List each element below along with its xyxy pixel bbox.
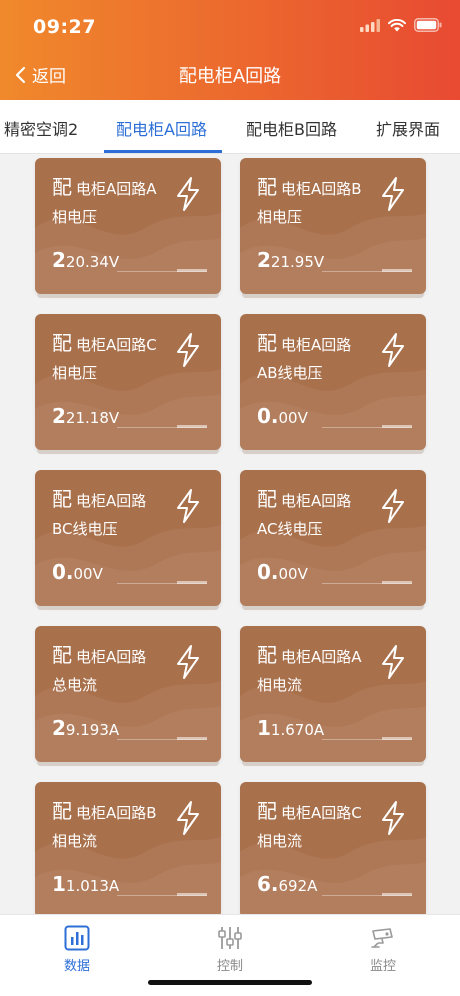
lightning-icon (382, 489, 404, 523)
card-value: 221.18V (52, 404, 120, 428)
card-title: 配电柜A回路A (52, 175, 157, 199)
tab-cabinet-a[interactable]: 配电柜A回路 (116, 116, 207, 140)
card-subtitle: 相电流 (52, 832, 98, 850)
card-title: 配电柜A回路B (52, 799, 157, 823)
tab-cabinet-b[interactable]: 配电柜B回路 (246, 116, 337, 140)
lightning-icon (382, 333, 404, 367)
lightning-icon (177, 801, 199, 835)
nav-bar: 返回 配电柜A回路 (0, 54, 460, 96)
nav-data-label: 数据 (63, 959, 90, 974)
card-subtitle: 相电压 (52, 364, 98, 382)
card-divider-accent (177, 893, 207, 896)
card-value: 11.670A (257, 716, 325, 740)
metric-card[interactable]: 配电柜A回路A 相电压 220.34V (35, 158, 221, 294)
home-indicator (148, 980, 312, 985)
tab-precision-ac-2[interactable]: 精密空调2 (4, 116, 78, 140)
metric-card[interactable]: 配电柜A回路 AB线电压 0.00V (240, 314, 426, 450)
card-value: 29.193A (52, 716, 120, 740)
signal-icon (360, 18, 380, 32)
lightning-icon (382, 177, 404, 211)
metric-card[interactable]: 配电柜A回路B 相电流 11.013A (35, 782, 221, 914)
metric-card[interactable]: 配电柜A回路A 相电流 11.670A (240, 626, 426, 762)
active-tab-indicator (104, 150, 222, 153)
metric-card[interactable]: 配电柜A回路 BC线电压 0.00V (35, 470, 221, 606)
card-title: 配电柜A回路C (257, 799, 362, 823)
metric-card[interactable]: 配电柜A回路C 相电流 6.692A (240, 782, 426, 914)
card-value: 221.95V (257, 248, 325, 272)
lightning-icon (177, 333, 199, 367)
card-title: 配电柜A回路C (52, 331, 157, 355)
lightning-icon (382, 801, 404, 835)
tab-bar: 精密空调2 配电柜A回路 配电柜B回路 扩展界面 (0, 100, 460, 154)
card-subtitle: 相电流 (257, 832, 303, 850)
nav-control-label: 控制 (216, 959, 243, 974)
card-divider-accent (177, 737, 207, 740)
card-title: 配电柜A回路 (52, 487, 147, 511)
app-header: 09:27 返回 配电柜A回路 (0, 0, 460, 100)
lightning-icon (177, 177, 199, 211)
status-bar: 09:27 (0, 0, 460, 54)
card-subtitle: 相电压 (257, 208, 303, 226)
metric-card[interactable]: 配电柜A回路C 相电压 221.18V (35, 314, 221, 450)
card-divider-accent (177, 425, 207, 428)
card-title: 配电柜A回路A (257, 643, 362, 667)
card-value: 0.00V (257, 560, 308, 584)
card-divider-accent (382, 737, 412, 740)
page-title: 配电柜A回路 (178, 66, 282, 87)
nav-monitor-label: 监控 (369, 959, 396, 974)
card-divider-accent (382, 425, 412, 428)
bar-chart-icon (64, 925, 90, 951)
status-time: 09:27 (33, 16, 96, 38)
card-value: 0.00V (257, 404, 308, 428)
lightning-icon (382, 645, 404, 679)
card-title: 配电柜A回路 (52, 643, 147, 667)
sliders-icon (218, 927, 242, 949)
card-subtitle: 相电压 (52, 208, 98, 226)
camera-icon (371, 928, 393, 948)
card-subtitle: 相电流 (257, 676, 303, 694)
card-divider-accent (382, 581, 412, 584)
nav-control[interactable]: 控制 (190, 925, 270, 974)
card-title: 配电柜A回路B (257, 175, 362, 199)
nav-data[interactable]: 数据 (37, 925, 117, 974)
tab-extension[interactable]: 扩展界面 (376, 116, 440, 140)
card-divider-accent (177, 269, 207, 272)
metric-card[interactable]: 配电柜A回路 总电流 29.193A (35, 626, 221, 762)
card-divider-accent (382, 269, 412, 272)
metric-card[interactable]: 配电柜A回路 AC线电压 0.00V (240, 470, 426, 606)
card-value: 6.692A (257, 872, 318, 896)
status-icons (360, 18, 442, 32)
lightning-icon (177, 645, 199, 679)
card-grid: 配电柜A回路A 相电压 220.34V 配电柜A回路B 相电压 221.95V … (0, 154, 460, 914)
card-value: 220.34V (52, 248, 120, 272)
card-subtitle: AB线电压 (257, 364, 323, 382)
lightning-icon (177, 489, 199, 523)
card-title: 配电柜A回路 (257, 487, 352, 511)
nav-monitor[interactable]: 监控 (343, 925, 423, 974)
card-subtitle: AC线电压 (257, 520, 323, 538)
card-divider-accent (382, 893, 412, 896)
card-divider-accent (177, 581, 207, 584)
metric-card[interactable]: 配电柜A回路B 相电压 221.95V (240, 158, 426, 294)
card-value: 0.00V (52, 560, 103, 584)
card-subtitle: 总电流 (52, 676, 98, 694)
wifi-icon (388, 18, 406, 31)
card-subtitle: BC线电压 (52, 520, 118, 538)
battery-icon (414, 18, 442, 32)
card-value: 11.013A (52, 872, 120, 896)
card-title: 配电柜A回路 (257, 331, 352, 355)
